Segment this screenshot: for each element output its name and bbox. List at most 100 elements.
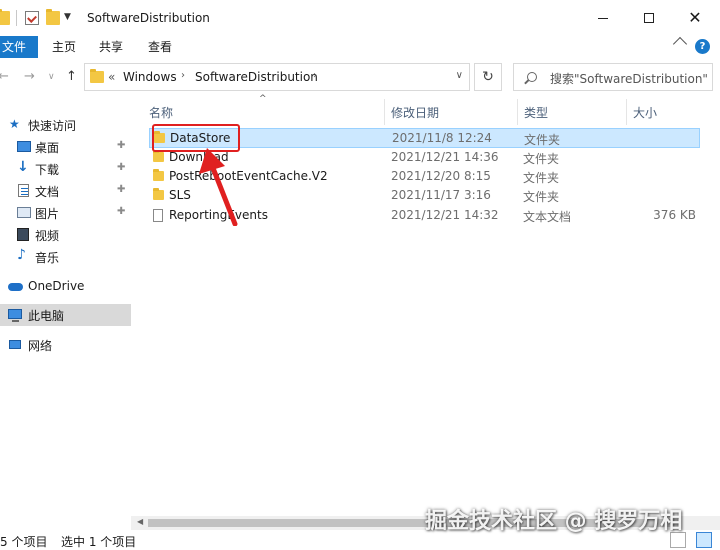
address-segment-softwaredistribution[interactable]: SoftwareDistribution [195, 70, 318, 84]
file-type: 文件夹 [524, 133, 561, 147]
file-type: 文件夹 [523, 152, 560, 166]
search-icon [527, 72, 537, 82]
sidebar-item-label: 网络 [28, 339, 53, 353]
watermark: 掘金技术社区 @ 搜罗万相 [425, 509, 683, 534]
properties-icon[interactable] [25, 11, 39, 25]
pin-icon[interactable]: ✚ [117, 140, 125, 151]
address-segment-windows[interactable]: Windows [123, 70, 177, 84]
pictures-icon [17, 207, 31, 218]
help-icon[interactable]: ? [695, 39, 710, 54]
maximize-icon [644, 13, 654, 23]
tab-file[interactable]: 文件 [0, 36, 38, 58]
tab-view[interactable]: 查看 [148, 36, 172, 58]
download-icon: ↓ [17, 159, 29, 175]
sidebar-item-label: 文档 [35, 185, 60, 199]
navigation-pane: ★ 快速访问 桌面 ✚ ↓ 下载 ✚ 文档 ✚ 图片 ✚ 视频 ♪ 音乐 One… [0, 96, 131, 528]
sidebar-item-onedrive[interactable]: OneDrive [0, 276, 131, 298]
scroll-left-icon[interactable]: ◀ [137, 517, 143, 526]
ribbon-tabs: 文件 主页 共享 查看 ? [0, 36, 720, 58]
window-title: SoftwareDistribution [87, 11, 210, 25]
close-button[interactable]: ✕ [672, 0, 718, 36]
file-date: 2021/11/17 3:16 [391, 188, 491, 202]
sidebar-item-label: 快速访问 [28, 119, 77, 133]
status-selected-count: 选中 1 个项目 [61, 535, 137, 549]
up-button[interactable]: ↑ [66, 69, 77, 84]
chevron-right-icon[interactable]: › [181, 70, 185, 81]
recent-locations-button[interactable]: ∨ [48, 72, 55, 82]
file-type: 文本文档 [523, 210, 572, 224]
status-item-count: 5 个项目 [0, 535, 48, 549]
sidebar-item-quick-access[interactable]: ★ 快速访问 [0, 114, 131, 136]
tab-share[interactable]: 共享 [99, 36, 123, 58]
column-divider[interactable] [517, 99, 518, 125]
minimize-icon [598, 17, 608, 19]
pin-icon[interactable]: ✚ [117, 162, 125, 173]
tab-home[interactable]: 主页 [52, 36, 76, 58]
sidebar-item-label: 视频 [35, 229, 60, 243]
navigation-bar: ← → ∨ ↑ « Windows › SoftwareDistribution… [0, 58, 720, 96]
column-divider[interactable] [384, 99, 385, 125]
file-date: 2021/12/21 14:32 [391, 208, 499, 222]
forward-button[interactable]: → [24, 69, 35, 84]
column-divider[interactable] [626, 99, 627, 125]
sidebar-item-pictures[interactable]: 图片 ✚ [0, 202, 131, 224]
ribbon-expand-icon[interactable] [672, 36, 688, 52]
sidebar-item-label: 下载 [35, 163, 60, 177]
document-icon [18, 184, 29, 197]
text-file-icon [153, 209, 163, 222]
sidebar-item-music[interactable]: ♪ 音乐 [0, 246, 131, 268]
chevron-down-icon[interactable]: ∨ [456, 70, 463, 81]
address-overflow[interactable]: « [108, 70, 115, 84]
sidebar-item-desktop[interactable]: 桌面 ✚ [0, 136, 131, 158]
folder-icon [0, 9, 10, 25]
column-header-type[interactable]: 类型 [524, 104, 548, 124]
file-date: 2021/12/21 14:36 [391, 150, 499, 164]
sidebar-item-label: OneDrive [28, 279, 85, 293]
network-icon [9, 340, 21, 349]
sidebar-item-label: 图片 [35, 207, 60, 221]
sidebar-item-downloads[interactable]: ↓ 下载 ✚ [0, 158, 131, 180]
folder-icon [153, 169, 164, 181]
file-date: 2021/11/8 12:24 [392, 131, 492, 145]
sidebar-item-this-pc[interactable]: 此电脑 [0, 304, 131, 326]
star-icon: ★ [9, 117, 20, 131]
search-input[interactable]: 搜索"SoftwareDistribution" [513, 63, 713, 91]
new-folder-icon[interactable] [46, 9, 60, 25]
column-header-date[interactable]: 修改日期 [391, 104, 439, 124]
pin-icon[interactable]: ✚ [117, 206, 125, 217]
column-header-name[interactable]: 名称 [149, 104, 173, 124]
folder-icon [90, 69, 104, 83]
sidebar-item-label: 此电脑 [28, 309, 65, 323]
file-type: 文件夹 [523, 171, 560, 185]
column-header-size[interactable]: 大小 [633, 104, 657, 124]
sidebar-item-label: 桌面 [35, 141, 60, 155]
this-pc-icon [8, 309, 22, 322]
folder-icon [153, 150, 164, 162]
search-placeholder: 搜索"SoftwareDistribution" [550, 72, 708, 86]
sidebar-item-network[interactable]: 网络 [0, 334, 131, 356]
minimize-button[interactable] [580, 0, 626, 36]
maximize-button[interactable] [626, 0, 672, 36]
sidebar-item-videos[interactable]: 视频 [0, 224, 131, 246]
onedrive-icon [8, 283, 23, 291]
sidebar-item-documents[interactable]: 文档 ✚ [0, 180, 131, 202]
file-date: 2021/12/20 8:15 [391, 169, 491, 183]
sort-ascending-icon: ^ [259, 94, 267, 104]
file-size: 376 KB [653, 208, 696, 222]
desktop-icon [17, 141, 31, 152]
address-bar[interactable]: « Windows › SoftwareDistribution › ∨ [84, 63, 470, 91]
quick-access-dropdown-icon[interactable]: ▼ [64, 12, 71, 22]
file-type: 文件夹 [523, 190, 560, 204]
large-icons-view-button[interactable] [696, 532, 712, 548]
pin-icon[interactable]: ✚ [117, 184, 125, 195]
sidebar-item-label: 音乐 [35, 251, 60, 265]
refresh-button[interactable]: ↻ [474, 63, 502, 91]
close-icon: ✕ [688, 8, 702, 27]
file-name: SLS [169, 188, 191, 202]
music-icon: ♪ [17, 247, 26, 263]
back-button[interactable]: ← [0, 69, 9, 84]
chevron-right-icon[interactable]: › [313, 70, 317, 81]
annotation-arrow [199, 148, 238, 226]
title-separator [16, 10, 17, 26]
video-icon [17, 228, 29, 241]
